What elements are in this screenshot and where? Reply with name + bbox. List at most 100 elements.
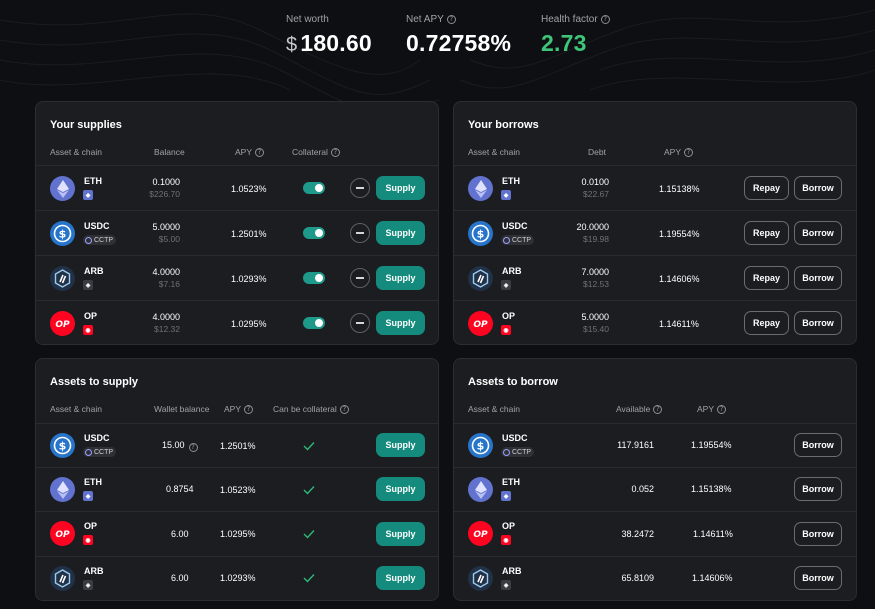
debt-amount: 0.0100	[581, 177, 609, 187]
withdraw-button[interactable]	[350, 268, 370, 288]
apy-value: 1.14611%	[659, 319, 699, 329]
debt-amount: 20.0000	[576, 222, 609, 232]
table-row: ETH ◆ 0.1000 $226.70 1.0523% Supply	[36, 165, 438, 210]
wallet-balance-amount: 15.00	[162, 440, 185, 450]
cctp-badge: CCTP	[501, 235, 535, 245]
svg-text:OP: OP	[473, 530, 488, 540]
col-wallet-balance: Wallet balance	[154, 404, 210, 414]
eth-icon	[50, 176, 75, 201]
table-row: ARB ◈ 65.8109 1.14606% Borrow	[454, 556, 856, 600]
usdc-icon: $	[468, 221, 493, 246]
asset-name: ETH	[502, 176, 520, 186]
collateral-toggle[interactable]	[303, 182, 325, 194]
chain-badges: CCTP	[83, 235, 117, 245]
borrow-button[interactable]: Borrow	[794, 522, 842, 546]
repay-button[interactable]: Repay	[744, 266, 789, 290]
supply-button[interactable]: Supply	[376, 433, 425, 457]
asset-name: USDC	[502, 221, 528, 231]
table-row: $ USDC CCTP 5.0000 $5.00 1.2501% Supply	[36, 210, 438, 255]
supply-button[interactable]: Supply	[376, 477, 425, 501]
info-icon[interactable]: ?	[188, 443, 198, 452]
eth-chain-icon: ◆	[501, 190, 511, 200]
asset-name: ETH	[84, 176, 102, 186]
borrow-button[interactable]: Borrow	[794, 311, 842, 335]
borrow-button[interactable]: Borrow	[794, 433, 842, 457]
table-row: ETH ◆ 0.052 1.15138% Borrow	[454, 467, 856, 511]
debt-usd: $22.67	[583, 189, 609, 199]
repay-button[interactable]: Repay	[744, 311, 789, 335]
arb-chain-icon: ◈	[83, 580, 93, 590]
borrow-button[interactable]: Borrow	[794, 221, 842, 245]
supply-button[interactable]: Supply	[376, 311, 425, 335]
chain-badges: ◉	[501, 535, 511, 545]
col-asset: Asset & chain	[50, 147, 102, 157]
borrow-button[interactable]: Borrow	[794, 477, 842, 501]
borrow-button[interactable]: Borrow	[794, 266, 842, 290]
collateral-toggle[interactable]	[303, 272, 325, 284]
svg-text:$: $	[477, 440, 485, 453]
your-borrows-panel: Your borrows Asset & chain Debt APY? ETH…	[453, 101, 857, 345]
debt: 0.0100 $22.67	[581, 177, 609, 199]
apy-value: 1.14606%	[692, 573, 733, 583]
minus-icon	[356, 322, 364, 324]
info-icon[interactable]: ?	[684, 147, 694, 157]
asset-name: OP	[84, 521, 98, 531]
borrow-button[interactable]: Borrow	[794, 176, 842, 200]
available-amount: 65.8109	[621, 573, 654, 583]
asset-name: OP	[502, 521, 516, 531]
balance-usd: $12.32	[154, 324, 180, 334]
toggle-knob	[315, 229, 323, 237]
arb-icon	[50, 266, 75, 291]
table-header: Asset & chain Debt APY?	[454, 147, 856, 161]
check-icon	[303, 486, 315, 495]
info-icon[interactable]: ?	[330, 147, 340, 157]
apy-value: 1.0293%	[231, 274, 267, 284]
apy-value: 1.2501%	[220, 441, 256, 451]
net-apy-label: Net APY	[406, 13, 444, 25]
asset-name: USDC	[84, 433, 110, 443]
withdraw-button[interactable]	[350, 313, 370, 333]
arb-icon	[468, 266, 493, 291]
apy-value: 1.0295%	[220, 529, 256, 539]
repay-button[interactable]: Repay	[744, 221, 789, 245]
chain-badges: CCTP	[501, 447, 535, 457]
info-icon[interactable]: ?	[244, 404, 254, 414]
info-icon[interactable]: ?	[446, 14, 456, 24]
col-asset: Asset & chain	[468, 147, 520, 157]
withdraw-button[interactable]	[350, 178, 370, 198]
info-icon[interactable]: ?	[339, 404, 349, 414]
svg-text:$: $	[477, 228, 485, 241]
info-icon[interactable]: ?	[653, 404, 663, 414]
supply-button[interactable]: Supply	[376, 522, 425, 546]
chain-badges: ◆	[83, 491, 93, 501]
col-balance: Balance	[154, 147, 185, 157]
supply-button[interactable]: Supply	[376, 176, 425, 200]
col-apy: APY?	[697, 404, 727, 414]
collateral-toggle[interactable]	[303, 227, 325, 239]
table-row: OP OP ◉ 4.0000 $12.32 1.0295% Supply	[36, 300, 438, 344]
repay-button[interactable]: Repay	[744, 176, 789, 200]
net-apy-value: 0.72758%	[406, 30, 512, 56]
col-apy-label: APY	[664, 147, 682, 157]
cctp-icon	[85, 236, 92, 244]
supply-button[interactable]: Supply	[376, 221, 425, 245]
info-icon[interactable]: ?	[255, 147, 265, 157]
supply-button[interactable]: Supply	[376, 266, 425, 290]
chain-badges: ◈	[83, 280, 93, 290]
asset-name: USDC	[84, 221, 110, 231]
asset-name: USDC	[502, 433, 528, 443]
assets-to-borrow-panel: Assets to borrow Asset & chain Available…	[453, 358, 857, 601]
wallet-balance: 6.00	[171, 573, 189, 583]
balance: 4.0000 $12.32	[152, 312, 180, 334]
panel-title: Your supplies	[50, 119, 122, 131]
apy-value: 1.0293%	[220, 573, 256, 583]
withdraw-button[interactable]	[350, 223, 370, 243]
balance: 0.1000 $226.70	[149, 177, 180, 199]
info-icon[interactable]: ?	[600, 14, 610, 24]
available-amount: 38.2472	[621, 529, 654, 539]
collateral-toggle[interactable]	[303, 317, 325, 329]
supply-button[interactable]: Supply	[376, 566, 425, 590]
borrow-button[interactable]: Borrow	[794, 566, 842, 590]
currency-symbol: $	[286, 34, 298, 56]
info-icon[interactable]: ?	[717, 404, 727, 414]
